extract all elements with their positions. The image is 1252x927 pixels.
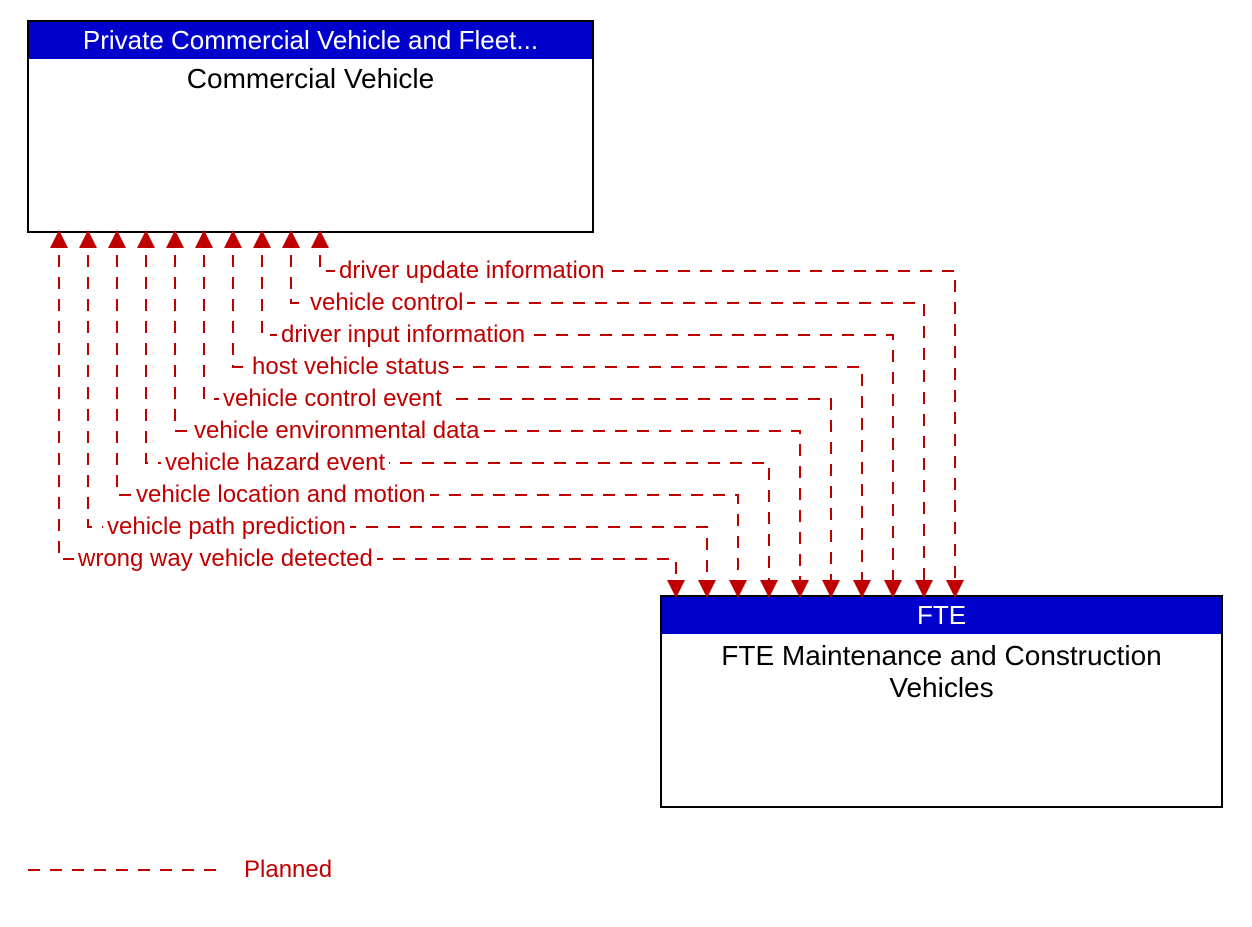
node-fte-vehicles-header: FTE (662, 597, 1221, 634)
flow-label-driver-update-information: driver update information (335, 257, 608, 285)
flow-label-driver-input-information: driver input information (277, 321, 529, 349)
flow-label-vehicle-control: vehicle control (306, 289, 467, 317)
node-fte-vehicles-title: FTE Maintenance and Construction Vehicle… (662, 634, 1221, 708)
node-commercial-vehicle-title: Commercial Vehicle (29, 59, 592, 99)
flow-label-host-vehicle-status: host vehicle status (248, 353, 453, 381)
flow-label-vehicle-path-prediction: vehicle path prediction (103, 513, 350, 541)
flow-label-vehicle-environmental-data: vehicle environmental data (190, 417, 484, 445)
node-fte-vehicles[interactable]: FTE FTE Maintenance and Construction Veh… (660, 595, 1223, 808)
legend-planned-label: Planned (244, 856, 332, 884)
flow-label-wrong-way-vehicle-detected: wrong way vehicle detected (74, 545, 377, 573)
flow-label-vehicle-control-event: vehicle control event (219, 385, 446, 413)
node-commercial-vehicle[interactable]: Private Commercial Vehicle and Fleet... … (27, 20, 594, 233)
flow-label-vehicle-location-and-motion: vehicle location and motion (132, 481, 430, 509)
node-commercial-vehicle-header: Private Commercial Vehicle and Fleet... (29, 22, 592, 59)
flow-label-vehicle-hazard-event: vehicle hazard event (161, 449, 389, 477)
